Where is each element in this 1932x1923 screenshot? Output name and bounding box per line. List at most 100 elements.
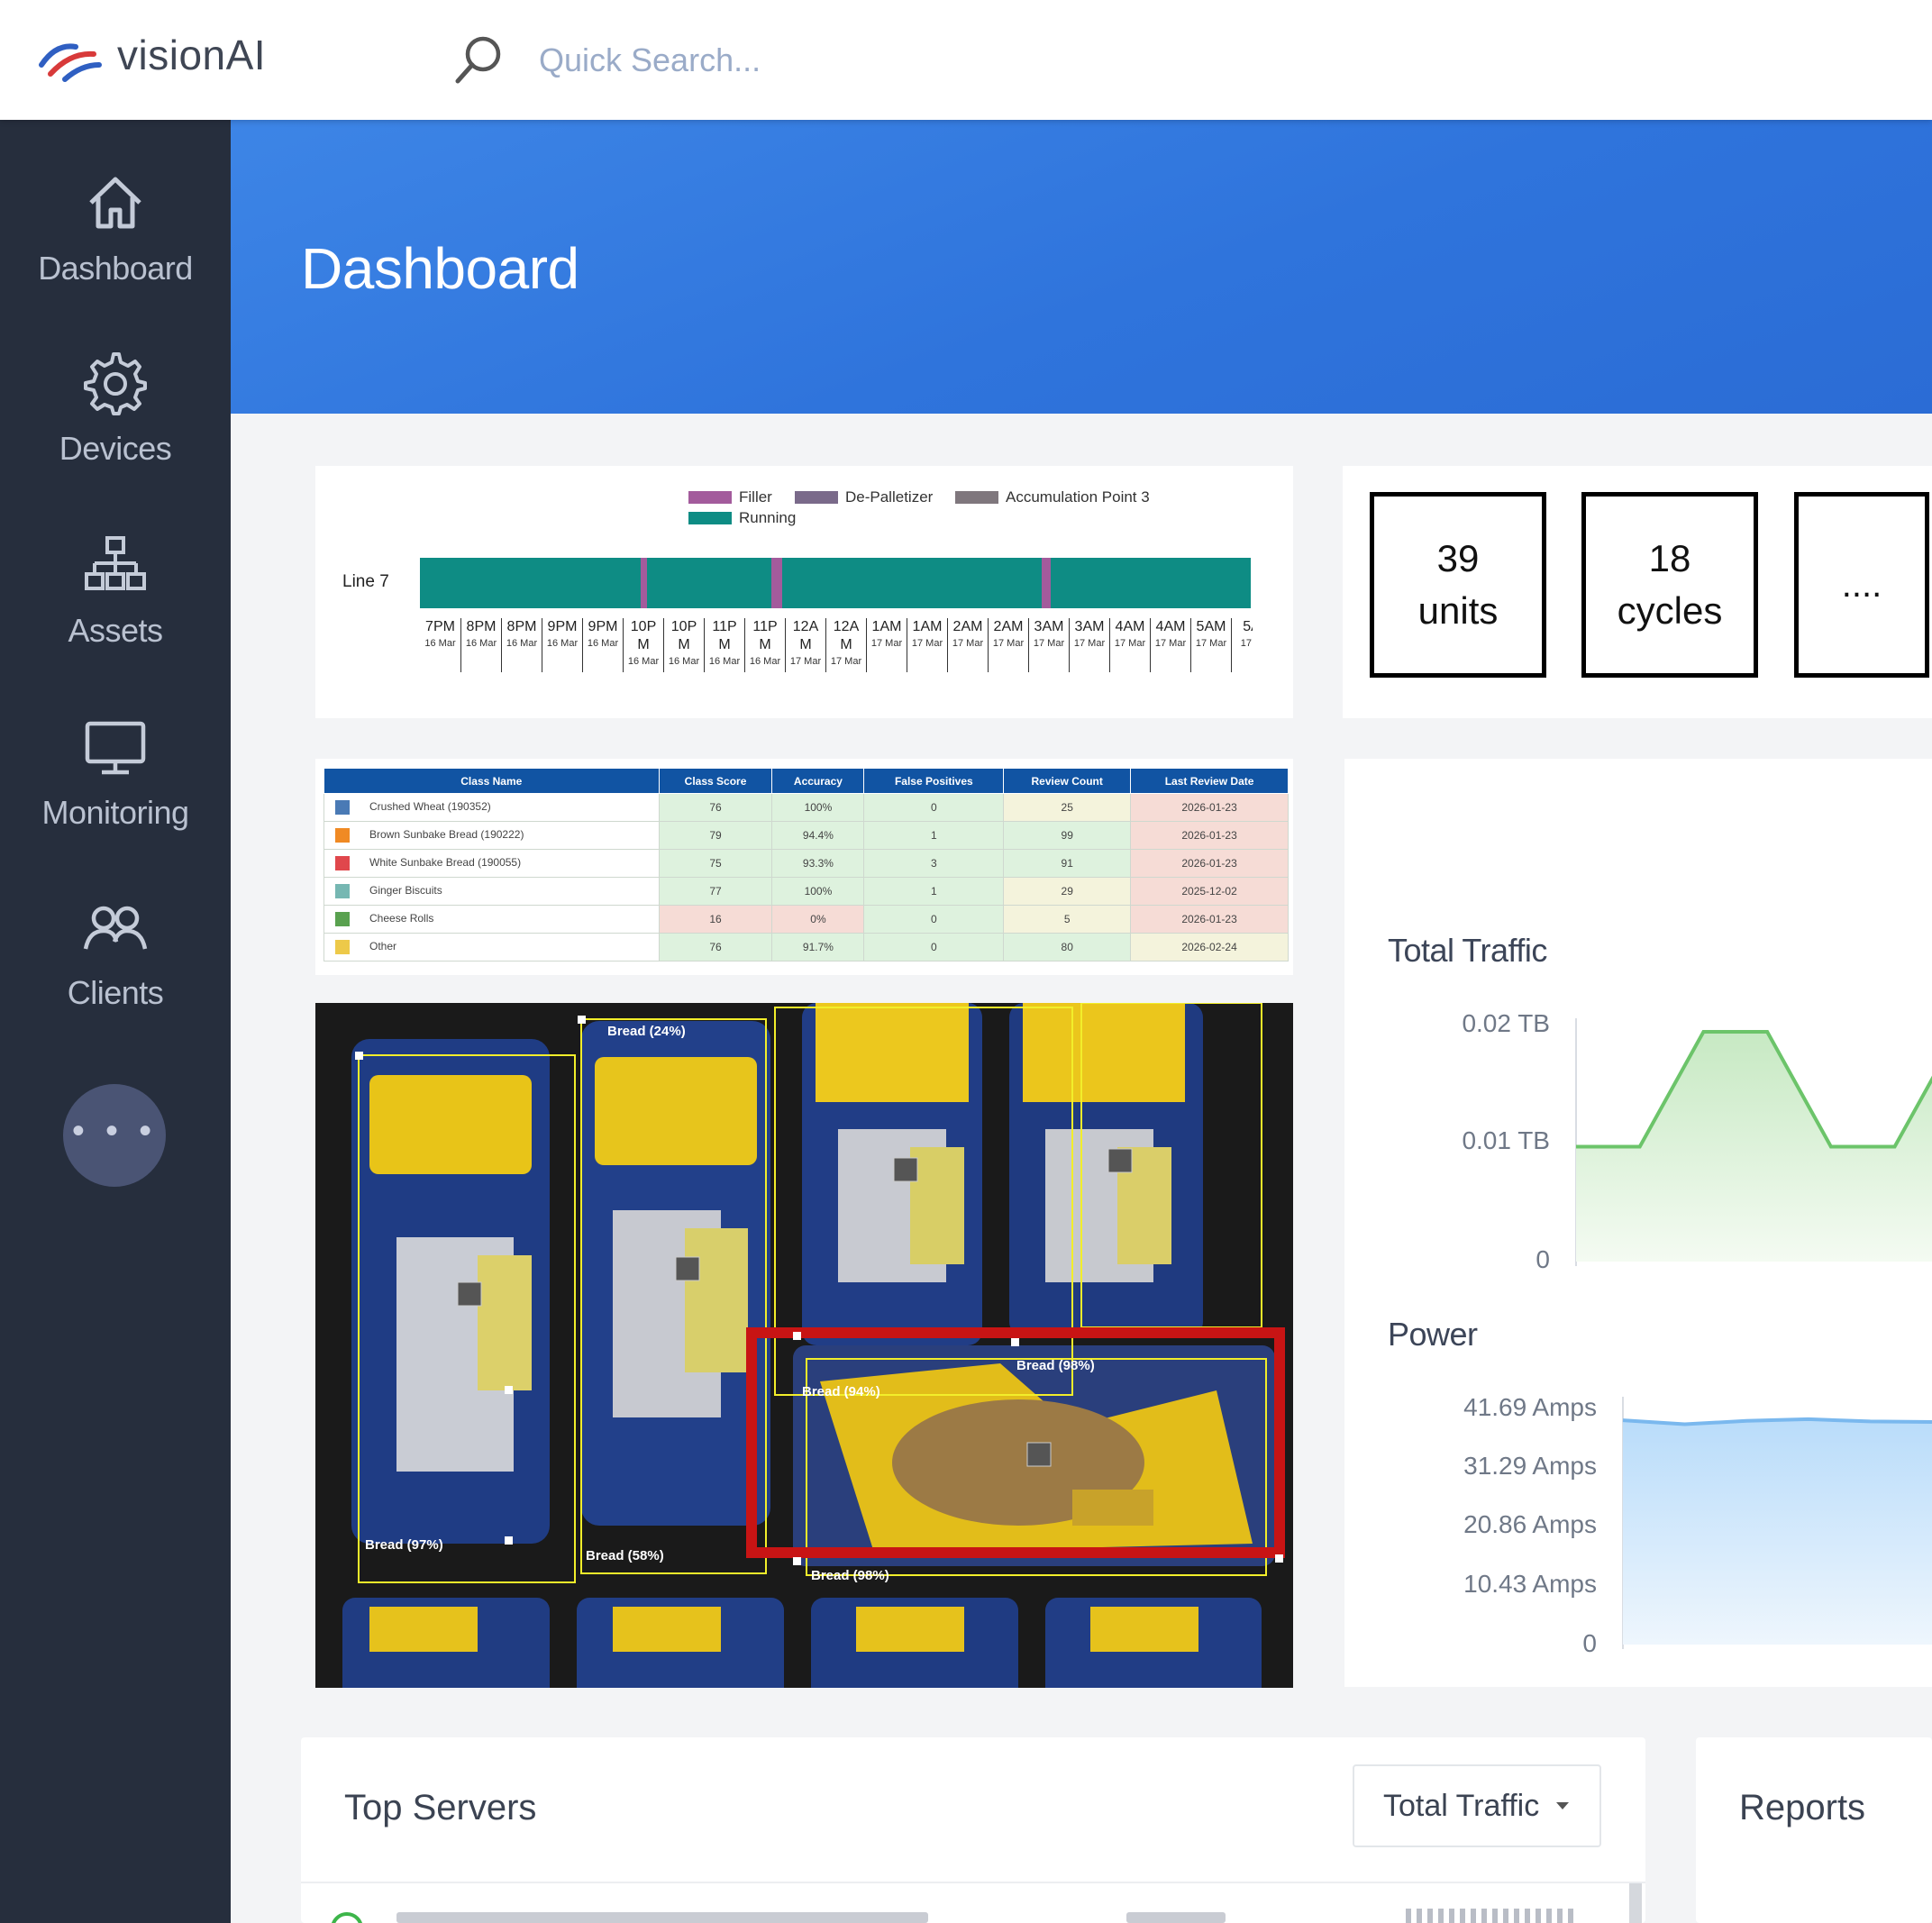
- table-row[interactable]: Cheese Rolls 16 0% 0 5 2026-01-23: [324, 905, 1289, 934]
- column-header[interactable]: Review Count: [1003, 768, 1132, 794]
- move-handle-icon[interactable]: [1026, 1442, 1052, 1467]
- table-row[interactable]: Crushed Wheat (190352) 76 100% 0 25 2026-01-2…: [324, 793, 1289, 822]
- scrollbar-thumb[interactable]: [1629, 1883, 1642, 1923]
- class-name-cell: White Sunbake Bread (190055): [324, 849, 660, 878]
- time-axis-tick: 4AM 17 Mar: [1150, 618, 1190, 672]
- search-input[interactable]: [539, 32, 989, 88]
- move-handle-icon[interactable]: [1107, 1148, 1133, 1173]
- detection-label: Bread (97%): [365, 1537, 443, 1553]
- gantt-bar-running[interactable]: [420, 558, 1251, 608]
- resize-handle[interactable]: [1275, 1554, 1283, 1563]
- traffic-y-tick: 0.01 TB: [1462, 1126, 1550, 1154]
- detection-camera-view[interactable]: Bread (24%) Bread (97%) Bread (58%) Brea…: [315, 1003, 1293, 1688]
- move-handle-icon[interactable]: [457, 1281, 482, 1307]
- stat-card-units[interactable]: 39 units: [1370, 492, 1546, 678]
- time-axis-tick: 1AM 17 Mar: [866, 618, 907, 672]
- power-y-tick: 0: [1582, 1629, 1597, 1657]
- tick-time-label: 8PM: [466, 619, 497, 634]
- class-color-swatch: [335, 940, 350, 954]
- column-header[interactable]: Accuracy: [771, 768, 865, 794]
- sidebar-item-assets[interactable]: Assets: [0, 533, 231, 686]
- resize-handle[interactable]: [355, 1052, 363, 1060]
- cell-score: 77: [658, 877, 773, 906]
- tick-date-label: 16 Mar: [749, 656, 781, 667]
- table-row[interactable]: Other 76 91.7% 0 80 2026-02-24: [324, 933, 1289, 962]
- table-row[interactable]: Ginger Biscuits 77 100% 1 29 2025-12-02: [324, 877, 1289, 906]
- resize-handle[interactable]: [578, 1016, 586, 1024]
- tick-time-label: 5A: [1243, 619, 1253, 634]
- class-name-text: Ginger Biscuits: [369, 884, 442, 898]
- resize-handle[interactable]: [1011, 1338, 1019, 1346]
- move-handle-icon[interactable]: [675, 1256, 700, 1281]
- search-icon[interactable]: [451, 32, 506, 88]
- column-header[interactable]: Last Review Date: [1130, 768, 1289, 794]
- legend-swatch: [955, 491, 998, 504]
- sidebar-item-devices[interactable]: Devices: [0, 351, 231, 504]
- class-name-text: Other: [369, 940, 397, 953]
- stat-card-more[interactable]: ....: [1794, 492, 1929, 678]
- gantt-mark-filler[interactable]: [641, 558, 647, 608]
- legend-swatch: [795, 491, 838, 504]
- gantt-mark-filler[interactable]: [1042, 558, 1051, 608]
- table-row[interactable]: White Sunbake Bread (190055) 75 93.3% 3 91 20…: [324, 849, 1289, 878]
- table-row[interactable]: Brown Sunbake Bread (190222) 79 94.4% 1 99 20…: [324, 821, 1289, 850]
- column-header[interactable]: False Positives: [863, 768, 1005, 794]
- legend-item-accumulation-point: Accumulation Point 3: [955, 488, 1150, 506]
- traffic-area-chart[interactable]: [1572, 1018, 1932, 1266]
- class-name-cell: Crushed Wheat (190352): [324, 793, 660, 822]
- resize-handle[interactable]: [793, 1332, 801, 1340]
- stat-card-cycles[interactable]: 18 cycles: [1581, 492, 1758, 678]
- tick-date-label: 16 Mar: [587, 638, 619, 649]
- power-area-chart[interactable]: [1618, 1397, 1932, 1649]
- class-name-cell: Brown Sunbake Bread (190222): [324, 821, 660, 850]
- page-title: Dashboard: [301, 236, 579, 301]
- column-header[interactable]: Class Name: [324, 768, 660, 794]
- sidebar-item-dashboard[interactable]: Dashboard: [0, 170, 231, 324]
- tick-date-label: 16 Mar: [627, 656, 660, 667]
- tick-time-label: 4AM: [1155, 619, 1186, 634]
- cell-date: 2026-01-23: [1130, 849, 1289, 878]
- time-axis-tick: 5AM 17 Mar: [1190, 618, 1231, 672]
- resize-handle[interactable]: [793, 1557, 801, 1565]
- sidebar-item-label: Dashboard: [38, 250, 193, 287]
- top-bar: visionAI: [0, 0, 1932, 120]
- tick-time-label: 1AM: [912, 619, 943, 634]
- traffic-y-tick: 0: [1536, 1245, 1550, 1273]
- resize-handle[interactable]: [505, 1386, 513, 1394]
- visionai-logo-icon[interactable]: [38, 34, 103, 83]
- tick-time-label: 12A M: [792, 619, 819, 652]
- tick-date-label: 17 Mar: [992, 638, 1025, 649]
- resize-handle[interactable]: [505, 1536, 513, 1545]
- sidebar-item-clients[interactable]: Clients: [0, 895, 231, 1048]
- cell-date: 2026-01-23: [1130, 821, 1289, 850]
- time-axis-tick: 8PM 16 Mar: [460, 618, 501, 672]
- tick-time-label: 9PM: [588, 619, 618, 634]
- detection-label: Bread (94%): [802, 1384, 880, 1399]
- gantt-mark-filler[interactable]: [771, 558, 782, 608]
- tick-time-label: 9PM: [547, 619, 578, 634]
- class-name-text: Cheese Rolls: [369, 912, 434, 925]
- sidebar-more-button[interactable]: • • •: [63, 1084, 166, 1187]
- cell-score: 76: [658, 793, 773, 822]
- detection-label: Bread (98%): [1016, 1358, 1095, 1373]
- time-axis-tick: 4AM 17 Mar: [1109, 618, 1150, 672]
- dropdown-selected-value: Total Traffic: [1383, 1789, 1540, 1823]
- tick-time-label: 11P M: [752, 619, 778, 652]
- bread-package-3: [802, 1003, 982, 1345]
- detection-label: Bread (58%): [586, 1548, 664, 1563]
- class-color-swatch: [335, 856, 350, 870]
- stat-unit: units: [1417, 589, 1499, 632]
- class-color-swatch: [335, 884, 350, 898]
- cell-fp: 1: [863, 877, 1005, 906]
- tick-time-label: 10P M: [630, 619, 657, 652]
- sidebar-item-monitoring[interactable]: Monitoring: [0, 715, 231, 868]
- tick-time-label: 11P M: [712, 619, 737, 652]
- stat-value: 39: [1436, 537, 1480, 579]
- sidebar-item-label: Monitoring: [41, 794, 189, 831]
- traffic-metric-dropdown[interactable]: Total Traffic: [1353, 1764, 1601, 1847]
- tick-date-label: 16 Mar: [546, 638, 579, 649]
- time-axis-tick: 10P M 16 Mar: [663, 618, 704, 672]
- column-header[interactable]: Class Score: [658, 768, 773, 794]
- time-axis-tick: 3AM 17 Mar: [1028, 618, 1069, 672]
- move-handle-icon[interactable]: [893, 1157, 918, 1182]
